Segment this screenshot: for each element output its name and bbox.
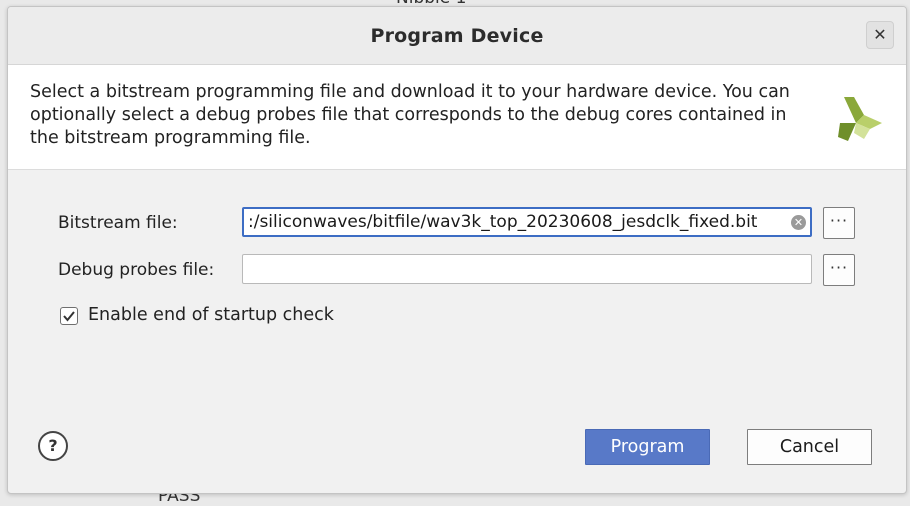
bitstream-file-field[interactable]: ✕ <box>242 207 812 237</box>
close-icon: ✕ <box>873 25 887 44</box>
program-button[interactable]: Program <box>585 429 710 465</box>
xilinx-logo-icon <box>838 97 882 141</box>
debug-probes-file-field[interactable] <box>242 254 812 284</box>
dialog-description: Select a bitstream programming file and … <box>30 82 790 148</box>
close-button[interactable]: ✕ <box>866 21 894 49</box>
dialog-titlebar: Program Device ✕ <box>8 7 906 65</box>
browse-bitstream-button[interactable]: ··· <box>823 207 855 239</box>
startup-check-label[interactable]: Enable end of startup check <box>88 305 334 325</box>
dialog-title: Program Device <box>370 25 544 47</box>
description-banner: Select a bitstream programming file and … <box>8 65 906 170</box>
debug-probes-file-label: Debug probes file: <box>58 260 215 280</box>
help-button[interactable]: ? <box>38 431 68 461</box>
clear-icon[interactable]: ✕ <box>791 215 806 230</box>
checkmark-icon <box>63 311 75 322</box>
bitstream-file-input[interactable] <box>244 209 810 235</box>
help-icon: ? <box>48 436 58 455</box>
ellipsis-icon: ··· <box>829 258 849 277</box>
browse-debug-probes-button[interactable]: ··· <box>823 254 855 286</box>
startup-check-checkbox[interactable] <box>60 307 78 325</box>
program-device-dialog: Program Device ✕ Select a bitstream prog… <box>7 6 907 494</box>
ellipsis-icon: ··· <box>829 211 849 230</box>
debug-probes-file-input[interactable] <box>243 255 811 283</box>
bitstream-file-label: Bitstream file: <box>58 213 178 233</box>
cancel-button[interactable]: Cancel <box>747 429 872 465</box>
